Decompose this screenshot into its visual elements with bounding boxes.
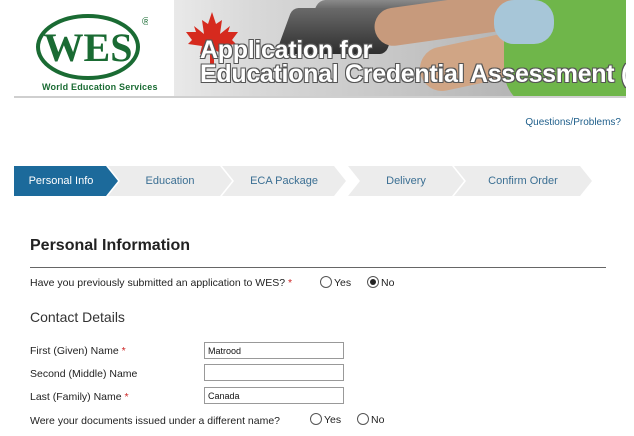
wes-logo[interactable]: WES ® World Education Services (14, 0, 174, 100)
svg-text:WES: WES (44, 25, 133, 70)
different-name-yes-radio[interactable] (310, 413, 322, 425)
previous-no-option[interactable]: No (367, 276, 394, 289)
logo-subtitle: World Education Services (42, 82, 158, 92)
previous-application-row: Have you previously submitted an applica… (30, 277, 292, 289)
previous-yes-radio[interactable] (320, 276, 332, 288)
previous-no-radio[interactable] (367, 276, 379, 288)
questions-problems-link[interactable]: Questions/Problems? (525, 117, 621, 128)
section-divider (30, 267, 606, 268)
required-marker: * (121, 345, 126, 357)
middle-name-row: Second (Middle) Name (30, 368, 137, 380)
banner-title-line2: Educational Credential Assessment (ECA) (200, 60, 626, 88)
wes-logo-emblem: WES ® (36, 14, 148, 80)
first-name-field[interactable] (204, 342, 344, 359)
different-name-no-radio[interactable] (357, 413, 369, 425)
step-label: Education (145, 175, 195, 187)
required-marker: * (124, 391, 129, 403)
yes-label: Yes (324, 414, 342, 426)
required-marker: * (287, 277, 293, 289)
step-education[interactable]: Education (108, 166, 232, 196)
step-label: Delivery (386, 175, 426, 187)
header-banner: Application for Educational Credential A… (174, 0, 626, 98)
svg-text:®: ® (142, 16, 148, 28)
step-label: ECA Package (250, 175, 318, 187)
previous-application-label: Have you previously submitted an applica… (30, 277, 286, 289)
different-name-no-option[interactable]: No (357, 413, 384, 426)
yes-label: Yes (334, 277, 352, 289)
different-name-label: Were your documents issued under a diffe… (30, 415, 281, 427)
middle-name-label: Second (Middle) Name (30, 368, 138, 380)
previous-yes-option[interactable]: Yes (320, 276, 351, 289)
step-personal-info[interactable]: Personal Info (14, 166, 118, 196)
contact-details-heading: Contact Details (30, 309, 125, 325)
step-label: Personal Info (28, 175, 94, 187)
banner-title: Application for Educational Credential A… (200, 36, 626, 88)
page-title: Personal Information (30, 237, 191, 254)
step-delivery[interactable]: Delivery (348, 166, 464, 196)
banner-title-line1: Application for (200, 36, 372, 64)
no-label: No (381, 277, 395, 289)
middle-name-field[interactable] (204, 364, 344, 381)
step-label: Confirm Order (488, 175, 558, 187)
step-eca-package[interactable]: ECA Package (222, 166, 346, 196)
last-name-label: Last (Family) Name (30, 391, 122, 403)
page-header: WES ® World Education Services Applicati… (14, 0, 626, 100)
first-name-label: First (Given) Name (30, 345, 119, 357)
progress-steps: Personal Info Education ECA Package Deli… (14, 166, 594, 196)
last-name-row: Last (Family) Name * (30, 391, 129, 403)
different-name-yes-option[interactable]: Yes (310, 413, 341, 426)
header-divider (14, 96, 626, 98)
last-name-field[interactable] (204, 387, 344, 404)
different-name-row: Were your documents issued under a diffe… (30, 415, 280, 427)
first-name-row: First (Given) Name * (30, 345, 126, 357)
no-label: No (371, 414, 385, 426)
step-confirm-order[interactable]: Confirm Order (454, 166, 592, 196)
